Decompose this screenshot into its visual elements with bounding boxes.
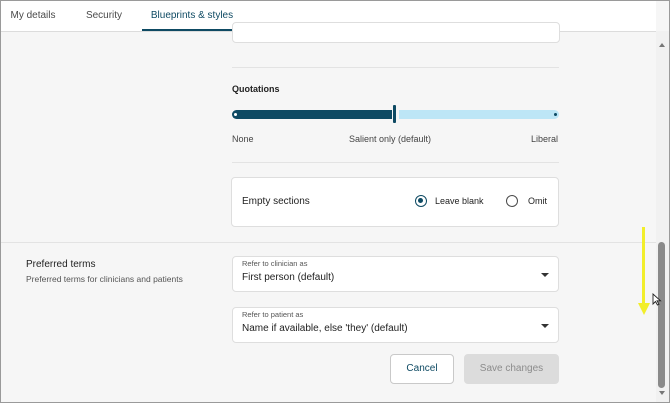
clinician-select[interactable]: Refer to clinician as First person (defa… (232, 256, 559, 292)
slider-stop-none[interactable] (234, 113, 237, 116)
section-divider (1, 242, 656, 243)
vertical-scrollbar[interactable] (656, 31, 669, 402)
leave-blank-radio[interactable] (415, 195, 427, 207)
preferred-terms-title: Preferred terms (26, 259, 96, 270)
empty-sections-card: Empty sections Leave blank Omit (231, 177, 559, 227)
patient-select-label: Refer to patient as (242, 310, 304, 319)
slider-label-salient: Salient only (default) (349, 134, 432, 144)
empty-sections-title: Empty sections (242, 196, 310, 207)
slider-label-liberal: Liberal (531, 134, 559, 144)
mouse-cursor-icon (652, 293, 662, 306)
annotation-arrow-head (638, 303, 650, 315)
tab-security[interactable]: Security (75, 1, 133, 31)
omit-label[interactable]: Omit (528, 196, 547, 206)
scrollbar-thumb[interactable] (658, 242, 665, 388)
slider-label-none: None (232, 134, 254, 144)
slider-track-filled[interactable] (232, 110, 392, 119)
patient-select-value[interactable]: Name if available, else 'they' (default) (242, 323, 408, 334)
slider-stop-liberal[interactable] (554, 113, 557, 116)
chevron-down-icon[interactable] (541, 324, 549, 328)
save-changes-button[interactable]: Save changes (464, 354, 559, 384)
annotation-arrow-line (642, 227, 645, 305)
clinician-select-label: Refer to clinician as (242, 259, 308, 268)
divider (232, 67, 559, 68)
previous-setting-card (232, 22, 560, 43)
slider-track-empty[interactable] (399, 110, 559, 119)
cancel-button[interactable]: Cancel (390, 354, 454, 384)
preferred-terms-description: Preferred terms for clinicians and patie… (26, 274, 183, 284)
patient-select[interactable]: Refer to patient as Name if available, e… (232, 307, 559, 343)
tab-my-details[interactable]: My details (1, 1, 65, 31)
divider (232, 162, 559, 163)
slider-thumb[interactable] (393, 105, 396, 123)
quotations-heading: Quotations (232, 84, 280, 94)
leave-blank-label[interactable]: Leave blank (435, 196, 484, 206)
settings-window: My details Security Blueprints & styles … (0, 0, 670, 403)
settings-content: Quotations None Salient only (default) L… (1, 22, 656, 402)
scroll-up-arrow-icon[interactable] (659, 43, 665, 47)
omit-radio[interactable] (506, 195, 518, 207)
scroll-down-arrow-icon[interactable] (659, 391, 665, 395)
chevron-down-icon[interactable] (541, 273, 549, 277)
tab-blueprints-styles[interactable]: Blueprints & styles (142, 1, 242, 31)
clinician-select-value[interactable]: First person (default) (242, 272, 334, 283)
